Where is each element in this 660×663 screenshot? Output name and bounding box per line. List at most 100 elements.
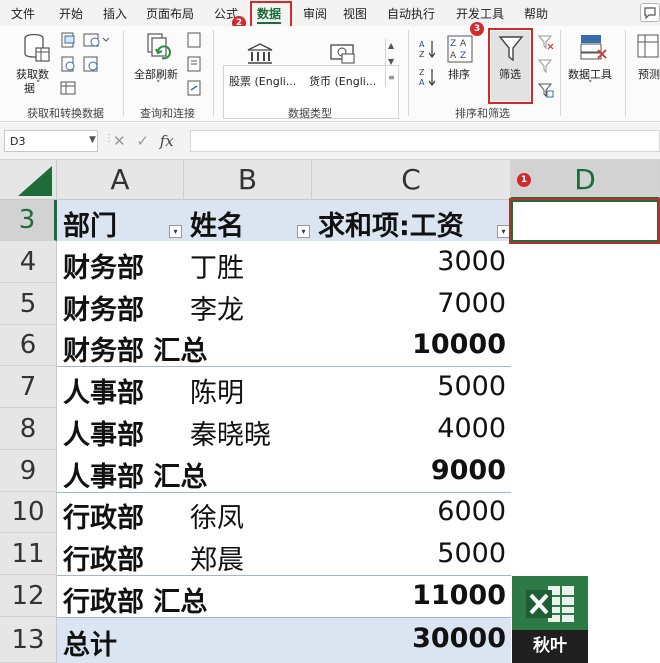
cell-c10[interactable]: 6000 xyxy=(312,496,506,527)
cell-b7[interactable]: 陈明 xyxy=(190,371,244,410)
cell-c9[interactable]: 9000 xyxy=(312,455,506,486)
cell-c6[interactable]: 10000 xyxy=(312,329,506,360)
svg-text:A: A xyxy=(460,39,467,49)
sort-label[interactable]: 排序 xyxy=(448,66,470,82)
recent-sources-icon[interactable] xyxy=(83,32,111,48)
excel-logo-icon xyxy=(526,586,574,622)
row-header-4[interactable]: 4 xyxy=(0,241,57,283)
cell-c11[interactable]: 5000 xyxy=(312,538,506,569)
cell-c8[interactable]: 4000 xyxy=(312,413,506,444)
cell-a13[interactable]: 总计 xyxy=(63,623,117,662)
cell-a10[interactable]: 行政部 xyxy=(63,496,144,535)
row-header-8[interactable]: 8 xyxy=(0,408,57,450)
stocks-icon[interactable] xyxy=(245,42,275,66)
menu-automate[interactable]: 自动执行 xyxy=(387,5,435,22)
cell-c5[interactable]: 7000 xyxy=(312,288,506,319)
existing-connections-icon[interactable] xyxy=(83,56,99,72)
fx-icon[interactable]: fx xyxy=(160,132,174,150)
cell-b10[interactable]: 徐凤 xyxy=(190,496,244,535)
get-data-label-2[interactable]: 据 xyxy=(24,80,35,96)
cell-a7[interactable]: 人事部 xyxy=(63,371,144,410)
cell-b4[interactable]: 丁胜 xyxy=(190,246,244,285)
chevron-down-icon: ˅ xyxy=(156,80,161,90)
cell-a9[interactable]: 人事部 汇总 xyxy=(63,455,207,494)
cell-a8[interactable]: 人事部 xyxy=(63,413,144,452)
reapply-filter-icon[interactable] xyxy=(538,58,554,74)
filter-button[interactable]: 筛选 xyxy=(491,31,530,101)
cell-a3[interactable]: 部门 xyxy=(63,204,117,243)
sort-az-icon[interactable]: A Z xyxy=(418,38,438,60)
column-header-a[interactable]: A xyxy=(57,160,184,200)
get-data-icon[interactable] xyxy=(22,32,52,64)
enter-icon[interactable]: ✓ xyxy=(136,132,149,150)
menu-file[interactable]: 文件 xyxy=(11,5,35,22)
cell-b5[interactable]: 李龙 xyxy=(190,288,244,327)
row-header-11[interactable]: 11 xyxy=(0,533,57,575)
queries-connections-icon[interactable] xyxy=(186,32,202,48)
from-table-icon[interactable] xyxy=(60,80,76,96)
forecast-label[interactable]: 预测 xyxy=(638,66,660,82)
row-header-10[interactable]: 10 xyxy=(0,492,57,533)
currency-label[interactable]: 货币 (Engli... xyxy=(309,73,376,89)
stocks-label[interactable]: 股票 (Engli... xyxy=(229,73,296,89)
svg-text:Z: Z xyxy=(419,68,425,77)
cell-b8[interactable]: 秦晓晓 xyxy=(190,413,271,452)
menu-developer[interactable]: 开发工具 xyxy=(456,5,504,22)
cell-a12[interactable]: 行政部 汇总 xyxy=(63,580,207,619)
clear-filter-icon[interactable] xyxy=(538,34,554,50)
column-header-c[interactable]: C xyxy=(312,160,511,200)
edit-links-icon[interactable] xyxy=(186,80,202,96)
dropdown-arrow-icon[interactable]: ▾ xyxy=(169,225,182,238)
chevron-down-icon[interactable]: ▼ xyxy=(89,135,96,145)
name-box[interactable]: D3 ▼ xyxy=(4,130,98,152)
menu-review[interactable]: 审阅 xyxy=(303,5,327,22)
select-all-corner[interactable] xyxy=(0,160,57,200)
cell-c12[interactable]: 11000 xyxy=(312,580,506,611)
row-header-12[interactable]: 12 xyxy=(0,575,57,617)
menu-page-layout[interactable]: 页面布局 xyxy=(146,5,194,22)
column-header-b[interactable]: B xyxy=(184,160,312,200)
cell-b11[interactable]: 郑晨 xyxy=(190,538,244,577)
row-header-5[interactable]: 5 xyxy=(0,283,57,325)
scroll-down-icon[interactable]: ▼ xyxy=(388,57,394,66)
data-tools-icon[interactable] xyxy=(578,32,608,62)
row-header-3[interactable]: 3 xyxy=(0,200,57,241)
menu-home[interactable]: 开始 xyxy=(59,5,83,22)
from-text-icon[interactable] xyxy=(60,32,76,48)
cell-b3[interactable]: 姓名 xyxy=(190,204,244,243)
cancel-icon[interactable]: ✕ xyxy=(113,132,126,150)
from-web-icon[interactable] xyxy=(60,56,76,72)
refresh-all-icon[interactable] xyxy=(144,32,174,64)
row-header-13[interactable]: 13 xyxy=(0,617,57,663)
excel-window: 文件 开始 插入 页面布局 公式 数据 审阅 视图 自动执行 开发工具 帮助 2… xyxy=(0,0,660,663)
scroll-up-icon[interactable]: ▲ xyxy=(388,41,394,50)
gallery-scroll[interactable]: ▲ ▼ ≡ xyxy=(385,39,397,87)
cell-c3[interactable]: 求和项:工资 xyxy=(318,204,464,243)
cell-a4[interactable]: 财务部 xyxy=(63,246,144,285)
dropdown-arrow-icon[interactable]: ▾ xyxy=(297,225,310,238)
select-all-triangle-icon xyxy=(18,166,52,196)
cell-c7[interactable]: 5000 xyxy=(312,371,506,402)
cell-a6[interactable]: 财务部 汇总 xyxy=(63,329,207,368)
row-header-6[interactable]: 6 xyxy=(0,325,57,366)
menu-view[interactable]: 视图 xyxy=(343,5,367,22)
row-header-7[interactable]: 7 xyxy=(0,366,57,408)
column-header-d[interactable]: D xyxy=(511,160,660,200)
forecast-icon[interactable] xyxy=(636,32,660,62)
currency-icon[interactable] xyxy=(328,42,358,66)
more-icon[interactable]: ≡ xyxy=(388,73,395,82)
menu-insert[interactable]: 插入 xyxy=(103,5,127,22)
svg-text:A: A xyxy=(419,78,425,87)
cell-a11[interactable]: 行政部 xyxy=(63,538,144,577)
formula-input[interactable] xyxy=(190,130,660,152)
comments-button[interactable] xyxy=(640,3,660,22)
cell-c13[interactable]: 30000 xyxy=(312,623,506,654)
properties-icon[interactable] xyxy=(186,56,202,72)
cell-c4[interactable]: 3000 xyxy=(312,246,506,277)
sort-icon[interactable]: Z A A Z xyxy=(446,34,474,64)
advanced-filter-icon[interactable] xyxy=(538,82,554,98)
cell-a5[interactable]: 财务部 xyxy=(63,288,144,327)
sort-za-icon[interactable]: Z A xyxy=(418,66,438,88)
row-header-9[interactable]: 9 xyxy=(0,450,57,492)
menu-help[interactable]: 帮助 xyxy=(524,5,548,22)
